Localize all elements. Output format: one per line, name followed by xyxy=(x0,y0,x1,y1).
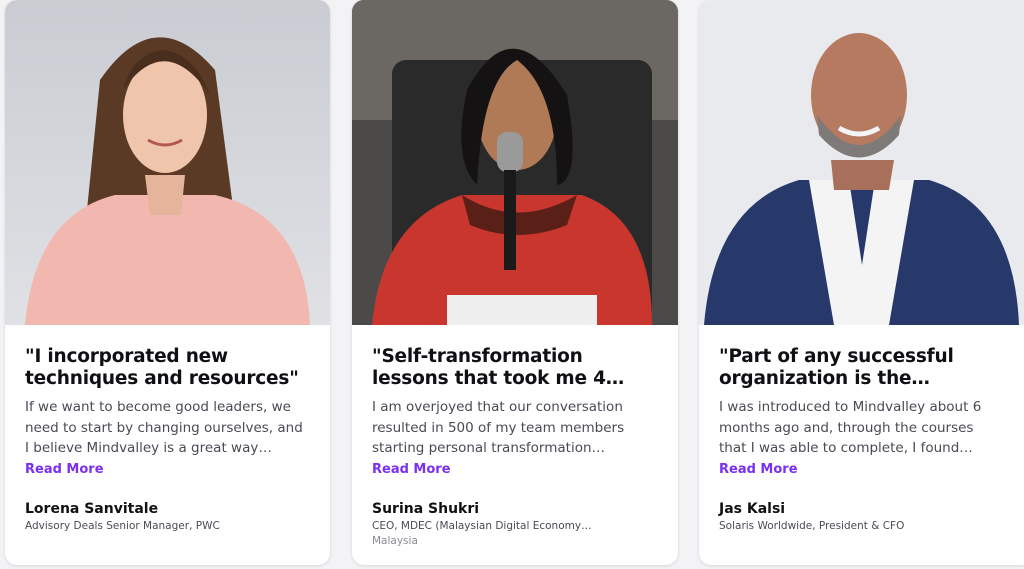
testimonial-quote: "I incorporated new techniques and resou… xyxy=(25,346,299,389)
read-more-link[interactable]: Read More xyxy=(719,461,798,479)
author-role: Solaris Worldwide, President & CFO xyxy=(719,520,905,532)
testimonial-photo xyxy=(699,0,1024,325)
author-name: Lorena Sanvitale xyxy=(25,501,159,517)
testimonial-photo xyxy=(352,0,678,325)
testimonial-quote: "Self-transformation lessons that took m… xyxy=(372,346,625,389)
testimonial-card[interactable]: "I incorporated new techniques and resou… xyxy=(5,0,330,565)
author-role: CEO, MDEC (Malaysian Digital Economy… xyxy=(372,520,592,532)
author-role: Advisory Deals Senior Manager, PWC xyxy=(25,520,220,532)
testimonial-excerpt: I was introduced to Mindvalley about 6 m… xyxy=(719,399,982,456)
testimonial-excerpt: If we want to become good leaders, we ne… xyxy=(25,399,303,456)
testimonial-quote: "Part of any successful organization is … xyxy=(719,346,954,389)
author-name: Surina Shukri xyxy=(372,501,480,517)
read-more-link[interactable]: Read More xyxy=(372,461,451,479)
testimonial-card[interactable]: "Part of any successful organization is … xyxy=(699,0,1024,565)
read-more-link[interactable]: Read More xyxy=(25,461,104,479)
testimonial-excerpt: I am overjoyed that our conversation res… xyxy=(372,399,625,456)
author-name: Jas Kalsi xyxy=(719,501,786,517)
testimonial-photo xyxy=(5,0,330,325)
testimonial-card[interactable]: "Self-transformation lessons that took m… xyxy=(352,0,678,565)
author-location: Malaysia xyxy=(372,535,418,547)
